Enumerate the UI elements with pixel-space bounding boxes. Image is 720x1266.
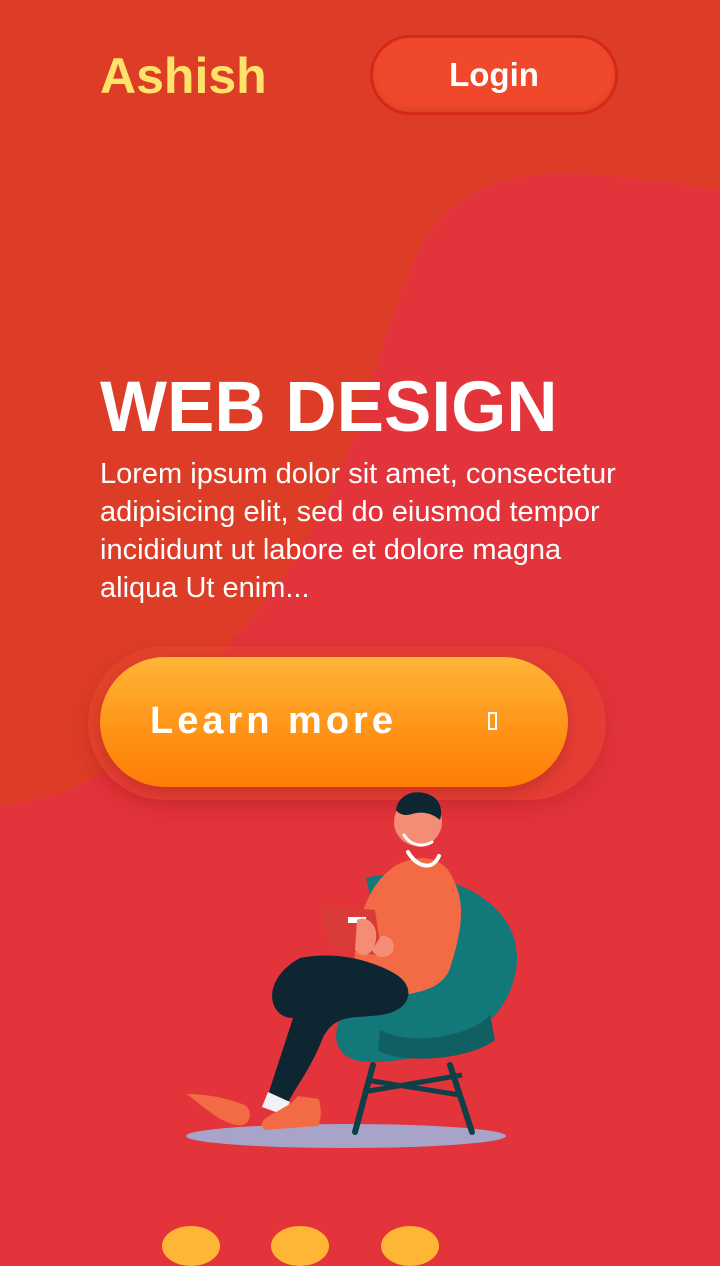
hero-title: WEB DESIGN (100, 368, 558, 447)
pagination-dots (0, 1218, 720, 1266)
login-button[interactable]: Login (370, 35, 618, 115)
learn-more-button[interactable]: Learn more (100, 657, 568, 787)
learn-more-label: Learn more (150, 700, 397, 742)
page-dot[interactable] (381, 1226, 439, 1266)
man-reading-in-chair-illustration (186, 792, 517, 1148)
brand-logo[interactable]: Ashish (100, 48, 267, 104)
hero-description: Lorem ipsum dolor sit amet, consectetur … (100, 458, 616, 604)
page-dot[interactable] (162, 1226, 220, 1266)
arrow-right-icon (488, 712, 497, 730)
floor-shadow (186, 1124, 506, 1148)
person (187, 792, 462, 1130)
page-dot[interactable] (271, 1226, 329, 1266)
